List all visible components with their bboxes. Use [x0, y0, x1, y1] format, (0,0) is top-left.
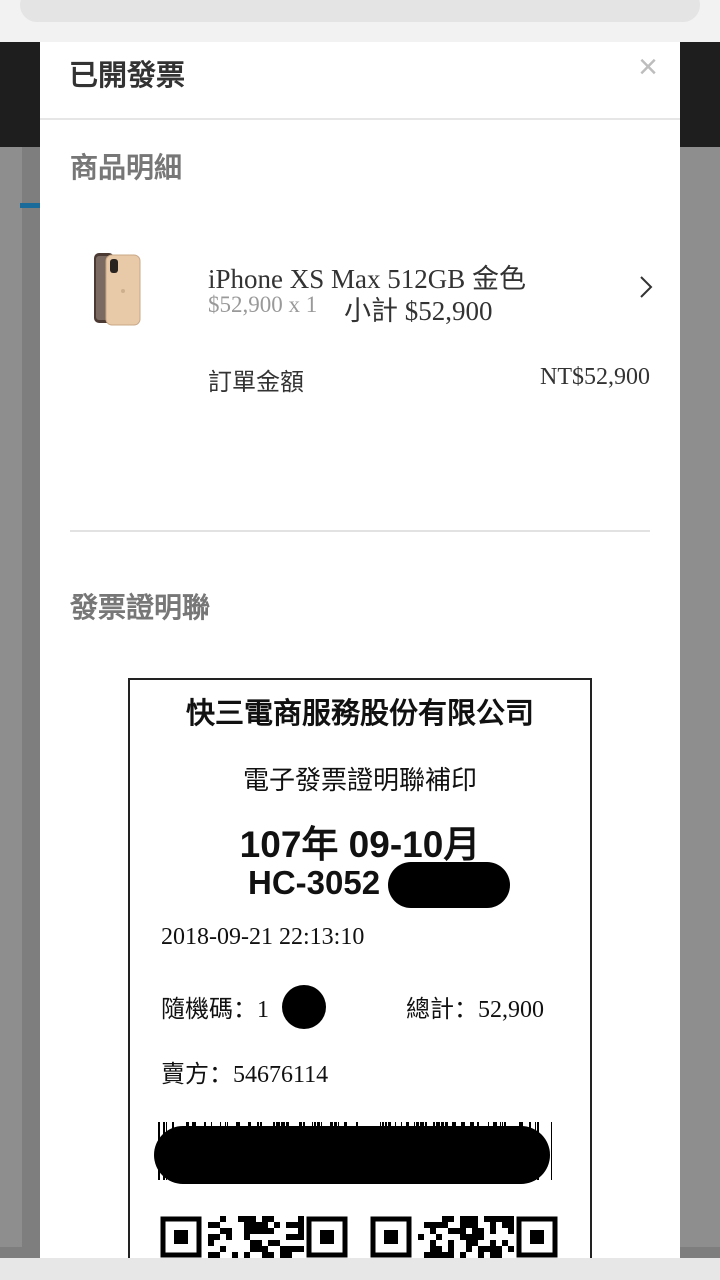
seller-value: 54676114 [233, 1062, 329, 1088]
browser-bottom-bar [0, 1258, 720, 1280]
modal-title: 已開發票 [69, 60, 186, 92]
seller-label: 賣方： [161, 1061, 233, 1088]
modal-header: 已開發票 × [40, 42, 680, 120]
page-accent-tab [20, 203, 42, 208]
receipt-total: 總計：52,900 [406, 989, 544, 1024]
invoice-modal: 已開發票 × 商品明細 iPhone XS Max 512GB 金色 $52,9… [40, 42, 680, 1258]
receipt-subtitle: 電子發票證明聯補印 [242, 765, 477, 795]
product-subtotal: 小計 $52,900 [344, 296, 493, 326]
order-total-value: NT$52,900 [540, 364, 650, 390]
redaction-mark [388, 862, 510, 908]
qr-code-left [160, 1216, 348, 1258]
browser-top-bar [0, 0, 720, 42]
receipt-datetime: 2018-09-21 22:13:10 [161, 924, 365, 950]
receipt-period: 107年 09-10月 [239, 824, 481, 865]
receipt-seller: 賣方：54676114 [161, 1054, 328, 1089]
random-code-value: 1 [257, 997, 269, 1023]
product-thumbnail [94, 253, 141, 326]
address-bar[interactable] [20, 0, 700, 22]
product-price-qty: $52,900 x 1 [208, 292, 318, 317]
random-code-label: 隨機碼： [161, 996, 257, 1023]
page-backdrop-left [0, 147, 22, 1247]
order-total-label: 訂單金額 [208, 369, 304, 396]
page-backdrop-right [680, 147, 720, 1247]
invoice-section-title: 發票證明聯 [70, 592, 211, 623]
redaction-mark [154, 1126, 550, 1184]
receipt-company: 快三電商服務股份有限公司 [185, 698, 534, 730]
close-icon[interactable]: × [638, 50, 658, 84]
product-section-title: 商品明細 [70, 152, 183, 183]
receipt-invoice-number: HC-3052 [248, 864, 381, 901]
product-item[interactable]: iPhone XS Max 512GB 金色 $52,900 x 1 小計 $5… [40, 237, 680, 347]
total-value: 52,900 [478, 997, 544, 1023]
chevron-right-icon[interactable] [630, 271, 662, 303]
section-divider [70, 530, 650, 532]
invoice-receipt: 快三電商服務股份有限公司 電子發票證明聯補印 107年 09-10月 HC-30… [128, 678, 592, 1258]
total-label: 總計： [406, 996, 478, 1023]
redaction-mark [282, 985, 326, 1029]
receipt-random-code: 隨機碼：1 [161, 989, 269, 1024]
qr-code-right [370, 1216, 558, 1258]
